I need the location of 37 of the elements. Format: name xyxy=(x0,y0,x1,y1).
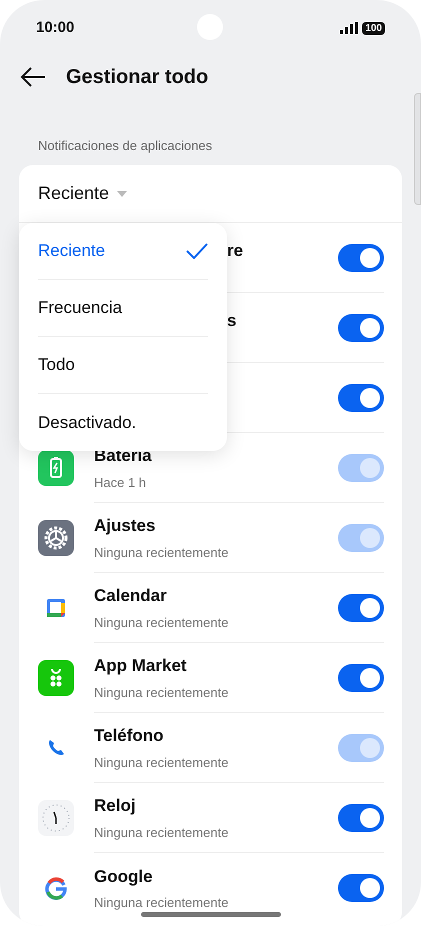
menu-option[interactable]: Reciente xyxy=(38,223,208,280)
signal-icon xyxy=(340,22,358,34)
app-name: Teléfono xyxy=(94,725,165,747)
app-name: re xyxy=(227,240,244,262)
toggle-switch[interactable] xyxy=(338,244,384,272)
gear-icon xyxy=(38,520,74,556)
clock-icon xyxy=(38,800,74,836)
app-name: Calendar xyxy=(94,585,168,607)
section-label: Notificaciones de aplicaciones xyxy=(38,136,212,155)
page-title: Gestionar todo xyxy=(66,65,208,90)
app-name: Reloj xyxy=(94,795,137,817)
toggle-switch[interactable] xyxy=(338,664,384,692)
app-name: Ajustes xyxy=(94,515,156,537)
toggle-switch[interactable] xyxy=(338,594,384,622)
app-subtitle: Ninguna recientemente xyxy=(94,614,230,632)
status-time: 10:00 xyxy=(36,18,74,38)
app-subtitle: Ninguna recientemente xyxy=(94,894,230,912)
sort-dropdown[interactable]: Reciente xyxy=(38,180,128,207)
app-name: s xyxy=(227,310,238,332)
caret-icon xyxy=(117,190,128,196)
app-name: App Market xyxy=(94,655,188,677)
menu-option[interactable]: Todo xyxy=(38,337,208,394)
toggle-switch[interactable] xyxy=(338,804,384,832)
app-subtitle: Ninguna recientemente xyxy=(94,544,230,562)
app-subtitle: Hace 1 h xyxy=(94,474,148,492)
checkmark-icon xyxy=(186,243,208,259)
back-arrow-icon[interactable] xyxy=(20,67,46,87)
app-subtitle: Ninguna recientemente xyxy=(94,824,230,842)
app-subtitle: Ninguna recientemente xyxy=(94,684,230,702)
toggle-switch[interactable] xyxy=(338,314,384,342)
menu-option[interactable]: Desactivado. xyxy=(38,394,208,451)
toggle-switch[interactable] xyxy=(338,874,384,902)
app-subtitle: Ninguna recientemente xyxy=(94,754,230,772)
toggle-switch[interactable] xyxy=(338,384,384,412)
battery-level: 100 xyxy=(362,22,385,34)
app-name: Google xyxy=(94,866,154,888)
menu-option[interactable]: Frecuencia xyxy=(38,280,208,337)
